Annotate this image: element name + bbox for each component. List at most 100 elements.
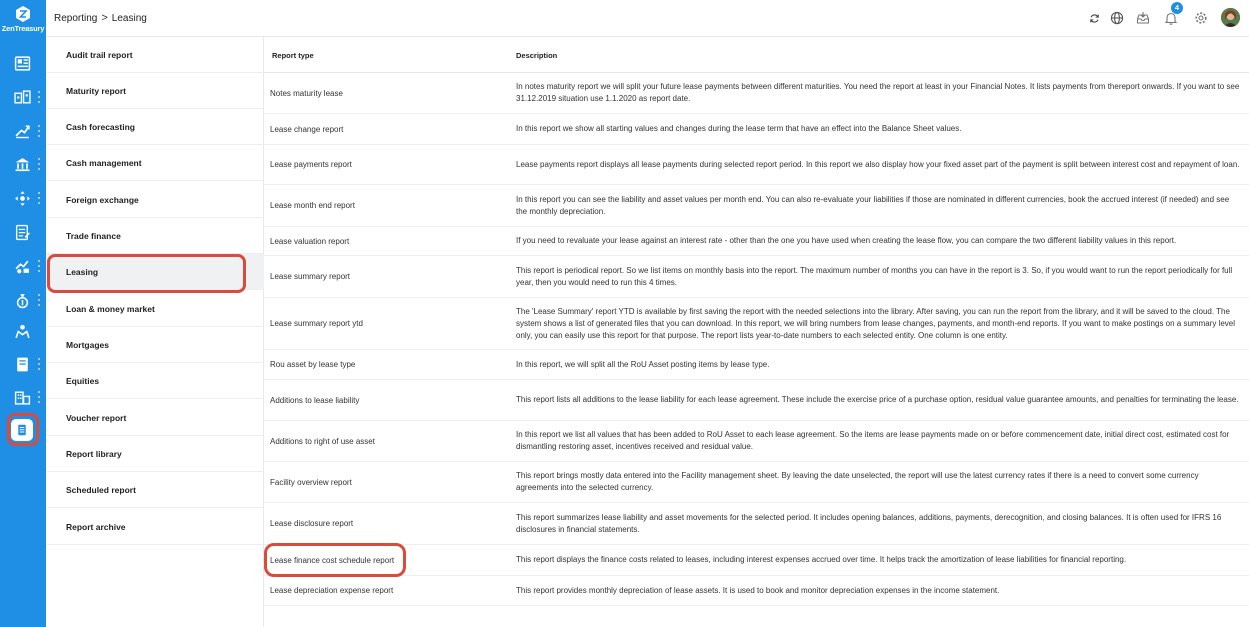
menu-item-voucher-report[interactable]: Voucher report (46, 400, 264, 436)
table-row[interactable]: Lease depreciation expense report This r… (264, 576, 1249, 606)
row-report-type[interactable]: Additions to lease liability (270, 380, 359, 420)
row-report-type[interactable]: Lease payments report (270, 145, 352, 184)
table-row[interactable]: Additions to lease liability This report… (264, 380, 1249, 421)
top-bar: Reporting > Leasing 4 (46, 0, 1249, 37)
rail-reporting-highlight (7, 413, 39, 446)
header-description: Description (516, 51, 558, 60)
user-avatar[interactable] (1221, 8, 1240, 27)
money-bag-icon (16, 293, 28, 308)
rail-deals-more[interactable] (37, 260, 41, 272)
row-description: The 'Lease Summary' report YTD is availa… (516, 306, 1236, 340)
table-row[interactable]: Lease disclosure report This report summ… (264, 503, 1249, 545)
rail-bank[interactable] (8, 150, 36, 178)
table-header: Report type Description (264, 37, 1249, 73)
row-report-type[interactable]: Notes maturity lease (270, 73, 343, 113)
rail-forecast-more[interactable] (37, 125, 41, 137)
buildings-icon (14, 390, 30, 405)
breadcrumb-reporting[interactable]: Reporting (54, 13, 97, 24)
rail-dashboard[interactable] (8, 49, 36, 77)
row-report-type[interactable]: Facility overview report (270, 462, 352, 502)
notification-badge: 4 (1171, 2, 1183, 14)
rail-book-more[interactable] (37, 358, 41, 370)
menu-item-maturity[interactable]: Maturity report (46, 73, 264, 109)
reporting-menu: Audit trail report Maturity report Cash … (46, 37, 264, 627)
table-row[interactable]: Rou asset by lease type In this report, … (264, 350, 1249, 380)
accounts-icon (13, 89, 31, 104)
row-description: In this report, we will split all the Ro… (516, 359, 770, 369)
gear-icon (1195, 12, 1207, 24)
logo[interactable]: ZenTreasury (0, 2, 46, 36)
menu-item-mortgages[interactable]: Mortgages (46, 327, 264, 363)
language-button[interactable] (1109, 10, 1125, 26)
menu-item-trade-finance[interactable]: Trade finance (46, 218, 264, 254)
menu-item-foreign-exchange[interactable]: Foreign exchange (46, 182, 264, 218)
table-row[interactable]: Lease valuation report If you need to re… (264, 227, 1249, 256)
rail-bank-more[interactable] (37, 158, 41, 170)
menu-item-cash-forecasting[interactable]: Cash forecasting (46, 109, 264, 145)
row-report-type[interactable]: Lease month end report (270, 185, 355, 226)
finance-cost-highlight (264, 543, 406, 577)
row-description: This report lists all additions to the l… (516, 395, 1239, 404)
inbox-button[interactable] (1135, 10, 1151, 26)
row-report-type[interactable]: Additions to right of use asset (270, 421, 375, 461)
rail-book[interactable] (8, 350, 36, 378)
menu-item-report-library[interactable]: Report library (46, 436, 264, 472)
rail-transfer[interactable] (8, 184, 36, 212)
menu-item-cash-management[interactable]: Cash management (46, 145, 264, 181)
rail-money[interactable] (8, 286, 36, 314)
menu-item-audit-trail[interactable]: Audit trail report (46, 37, 264, 73)
row-description: If you need to revaluate your lease agai… (516, 236, 1177, 245)
settings-button[interactable] (1193, 10, 1209, 26)
dashboard-icon (14, 55, 30, 71)
table-row[interactable]: Lease payments report Lease payments rep… (264, 145, 1249, 185)
menu-item-report-archive[interactable]: Report archive (46, 509, 264, 545)
row-description: Lease payments report displays all lease… (516, 159, 1240, 169)
table-row[interactable]: Lease finance cost schedule report This … (264, 545, 1249, 576)
left-rail: ZenTreasury (0, 0, 46, 627)
breadcrumb-leasing: Leasing (111, 12, 147, 24)
table-row[interactable]: Lease month end report In this report yo… (264, 185, 1249, 227)
rail-accounts[interactable] (8, 83, 36, 111)
rail-money-more[interactable] (37, 294, 41, 306)
row-description: This report displays the finance costs r… (516, 555, 1127, 564)
table-row[interactable]: Lease summary report ytd The 'Lease Summ… (264, 298, 1249, 350)
rail-governance[interactable] (8, 317, 36, 345)
forecast-icon (15, 124, 30, 138)
row-report-type[interactable]: Lease valuation report (270, 227, 349, 255)
rail-documents[interactable] (8, 218, 36, 246)
zentreasury-logo-icon (16, 6, 30, 22)
row-description: This report brings mostly data entered i… (516, 471, 1199, 492)
rail-buildings-more[interactable] (37, 391, 41, 403)
header-report-type: Report type (272, 51, 314, 60)
row-report-type[interactable]: Lease change report (270, 114, 343, 144)
governance-icon (14, 324, 30, 338)
book-icon (16, 357, 28, 371)
rail-accounts-more[interactable] (37, 91, 41, 103)
menu-item-loan-money-market[interactable]: Loan & money market (46, 291, 264, 327)
refresh-button[interactable] (1086, 10, 1102, 26)
row-report-type[interactable]: Lease summary report (270, 256, 350, 297)
row-description: In this report you can see the liability… (516, 194, 1230, 216)
breadcrumb-separator: > (101, 12, 108, 24)
rail-transfer-more[interactable] (37, 192, 41, 204)
rail-forecast[interactable] (8, 117, 36, 145)
table-row[interactable]: Lease summary report This report is peri… (264, 256, 1249, 298)
row-report-type[interactable]: Rou asset by lease type (270, 350, 355, 379)
table-row[interactable]: Facility overview report This report bri… (264, 462, 1249, 503)
rail-buildings[interactable] (8, 383, 36, 411)
row-report-type[interactable]: Lease depreciation expense report (270, 576, 393, 605)
row-report-type[interactable]: Lease summary report ytd (270, 298, 363, 349)
table-row[interactable]: Additions to right of use asset In this … (264, 421, 1249, 462)
menu-item-equities[interactable]: Equities (46, 363, 264, 399)
table-row[interactable]: Notes maturity lease In notes maturity r… (264, 73, 1249, 114)
table-row[interactable]: Lease change report In this report we sh… (264, 114, 1249, 145)
leasing-highlight (47, 254, 246, 293)
avatar-icon (1221, 8, 1240, 27)
row-description: This report provides monthly depreciatio… (516, 585, 1000, 595)
row-description: This report summarizes lease liability a… (516, 512, 1222, 534)
row-report-type[interactable]: Lease disclosure report (270, 503, 353, 544)
rail-deals[interactable] (8, 252, 36, 280)
menu-item-scheduled-report[interactable]: Scheduled report (46, 472, 264, 508)
breadcrumb: Reporting > Leasing (54, 12, 147, 24)
globe-icon (1110, 11, 1124, 25)
